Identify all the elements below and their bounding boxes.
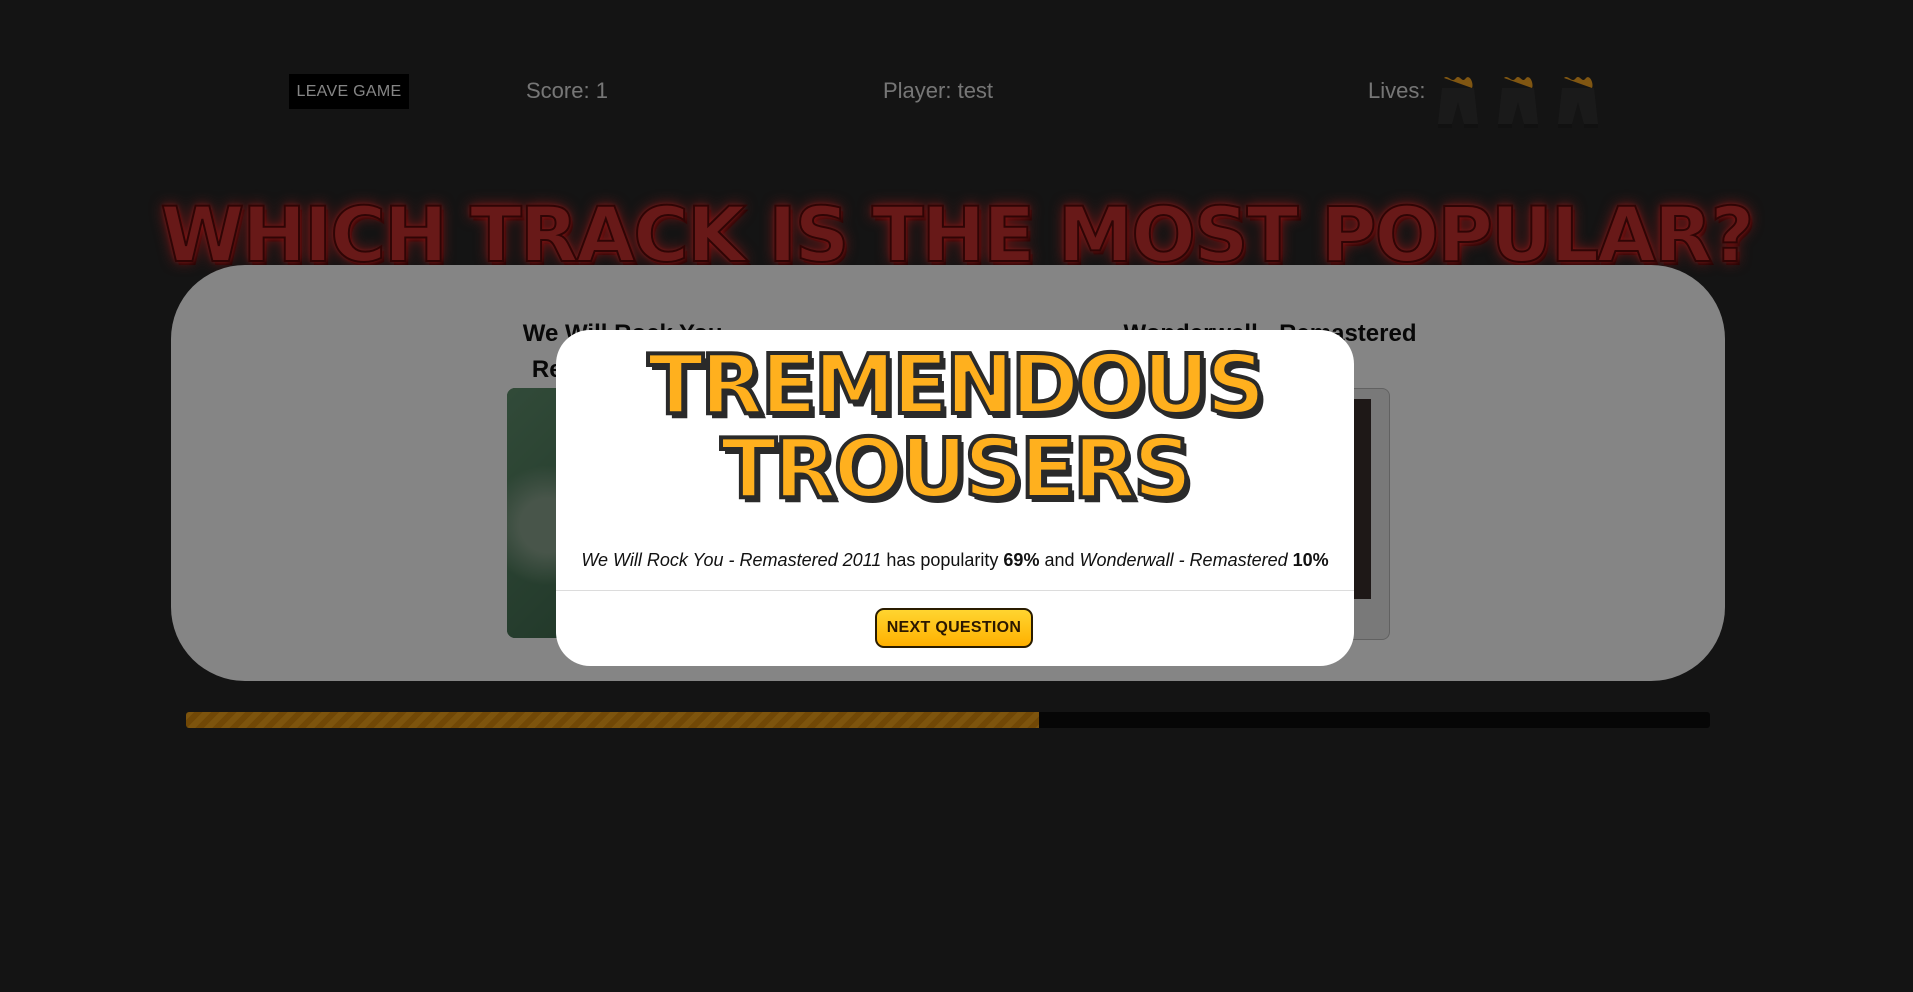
track-b-name: Wonderwall - Remastered <box>1079 550 1288 570</box>
next-question-button[interactable]: NEXT QUESTION <box>875 608 1033 648</box>
popularity-a: 69% <box>1003 550 1040 570</box>
result-heading: TREMENDOUS TROUSERS <box>556 338 1354 517</box>
popularity-b: 10% <box>1292 550 1329 570</box>
track-a-name: We Will Rock You - Remastered 2011 <box>581 550 882 570</box>
has-popularity-text: has popularity <box>886 550 999 570</box>
modal-divider <box>556 590 1354 591</box>
result-heading-line2: TROUSERS <box>719 422 1195 517</box>
result-modal: TREMENDOUS TROUSERS We Will Rock You - R… <box>556 330 1354 666</box>
result-summary: We Will Rock You - Remastered 2011 has p… <box>556 550 1354 571</box>
and-text: and <box>1044 550 1075 570</box>
result-heading-line1: TREMENDOUS <box>646 338 1268 433</box>
